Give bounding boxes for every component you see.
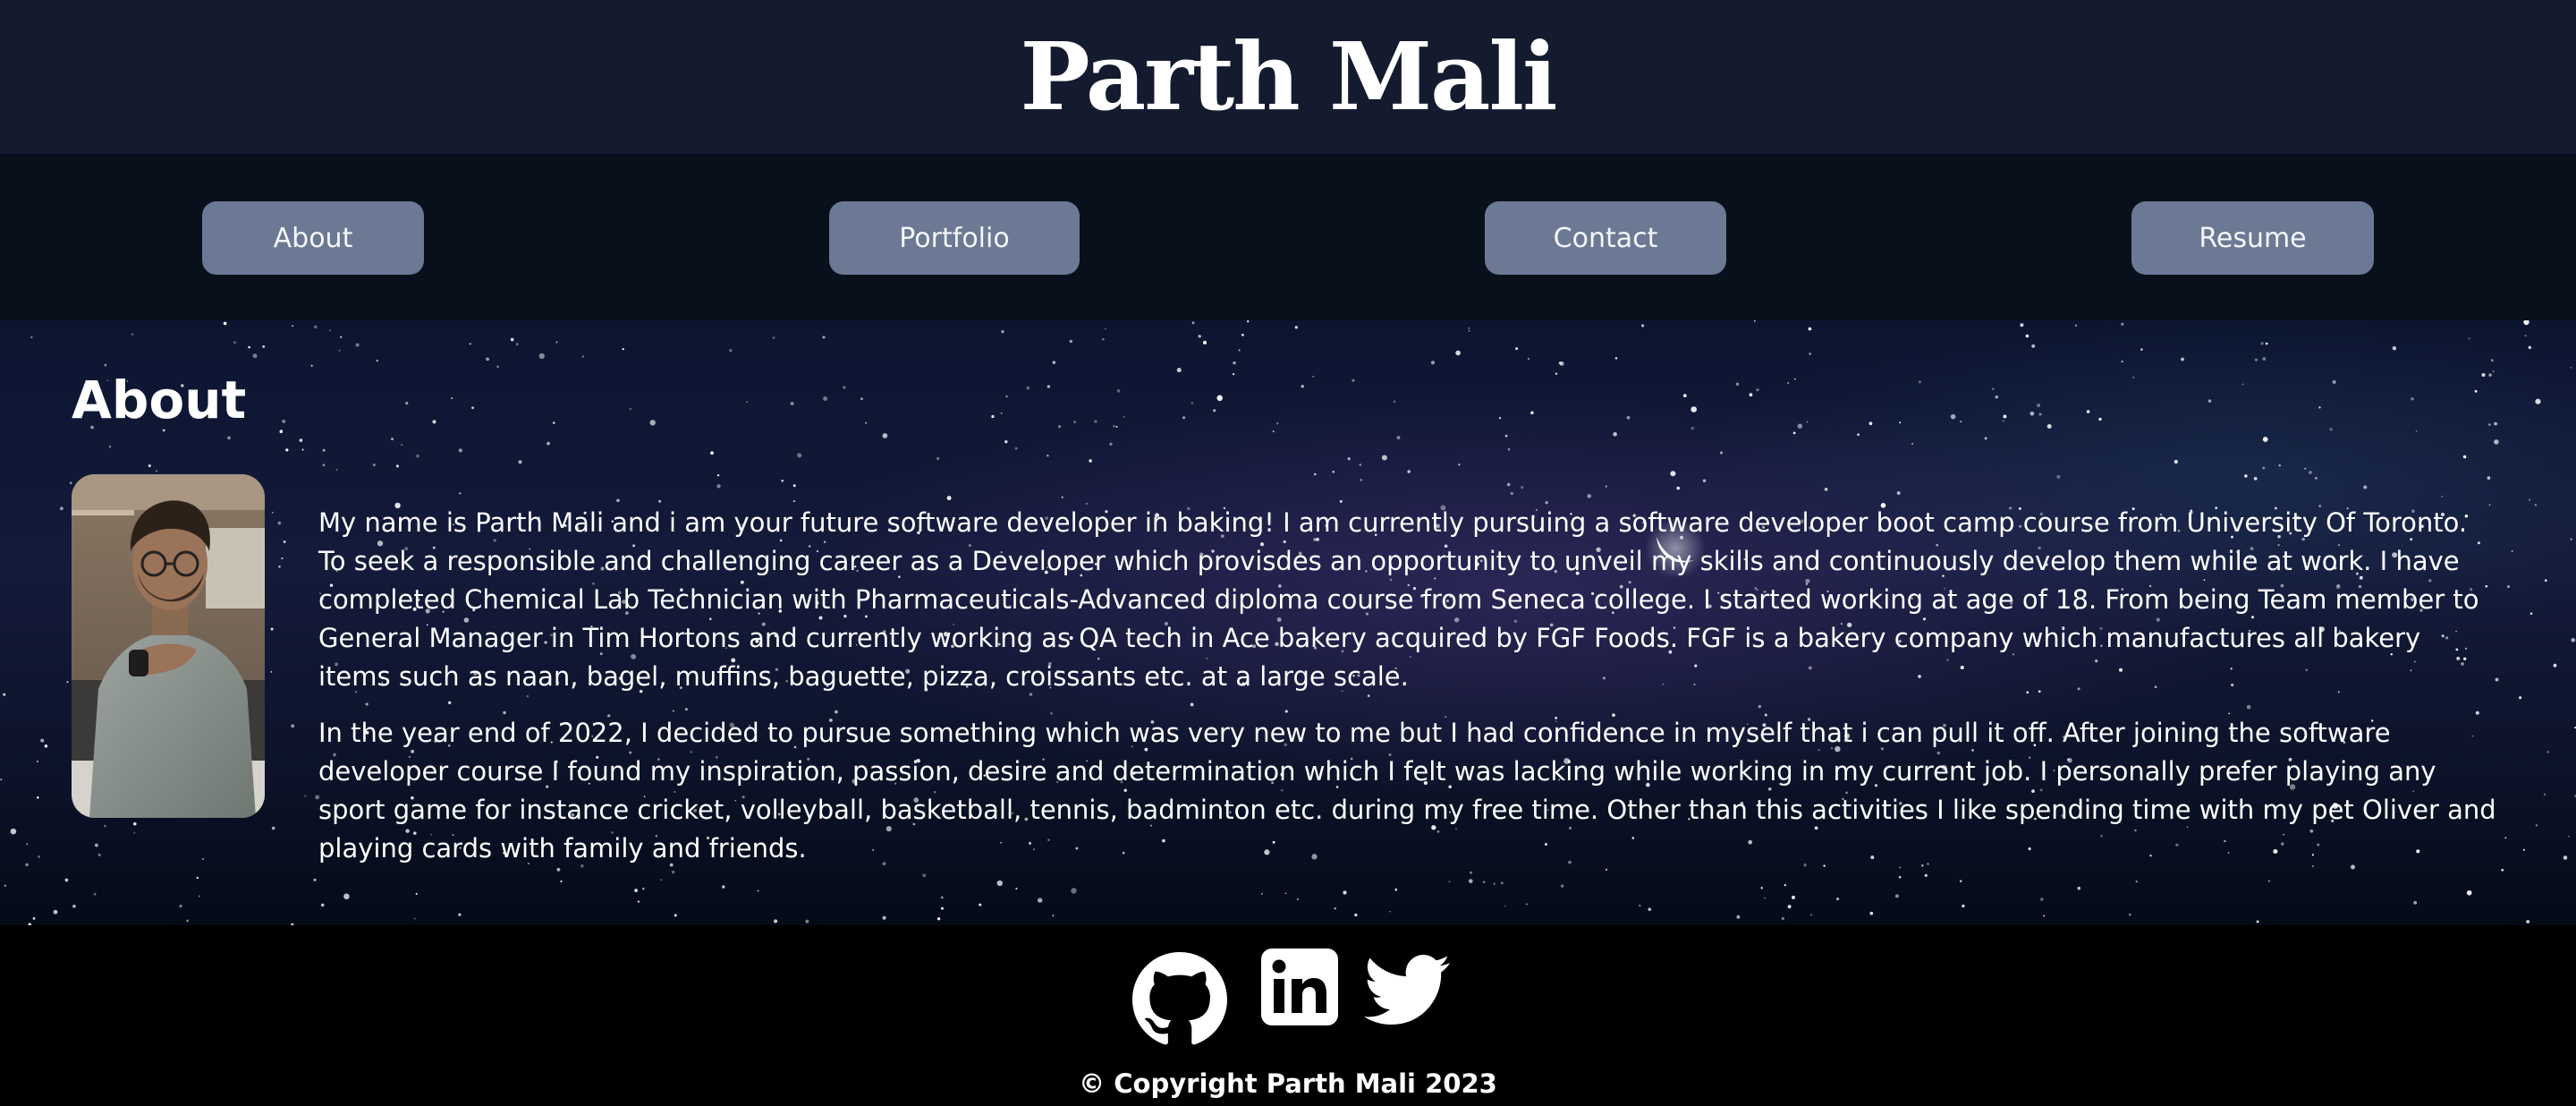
github-icon <box>1132 952 1227 1045</box>
site-header: Parth Mali <box>0 0 2576 154</box>
linkedin-icon <box>1261 949 1338 1025</box>
linkedin-link[interactable] <box>1261 949 1338 1025</box>
about-paragraph-2: In the year end of 2022, I decided to pu… <box>318 718 2496 864</box>
about-section: About My name is Parth Mali and i am you… <box>0 320 2576 925</box>
about-paragraph-1: My name is Parth Mali and i am your futu… <box>318 507 2479 692</box>
site-footer: © Copyright Parth Mali 2023 <box>0 925 2576 1106</box>
twitter-link[interactable] <box>1361 947 1453 1033</box>
about-text: My name is Parth Mali and i am your futu… <box>318 504 2501 886</box>
nav-about-button[interactable]: About <box>202 201 424 275</box>
site-title: Parth Mali <box>1020 21 1558 132</box>
nav-portfolio-button[interactable]: Portfolio <box>829 201 1080 275</box>
about-heading: About <box>72 370 247 430</box>
main-nav: About Portfolio Contact Resume <box>0 154 2576 320</box>
profile-photo <box>72 474 265 818</box>
github-link[interactable] <box>1132 952 1227 1047</box>
copyright-text: © Copyright Parth Mali 2023 <box>1079 1068 1497 1099</box>
nav-contact-button[interactable]: Contact <box>1485 201 1726 275</box>
nav-resume-button[interactable]: Resume <box>2131 201 2374 275</box>
twitter-icon <box>1364 955 1450 1025</box>
